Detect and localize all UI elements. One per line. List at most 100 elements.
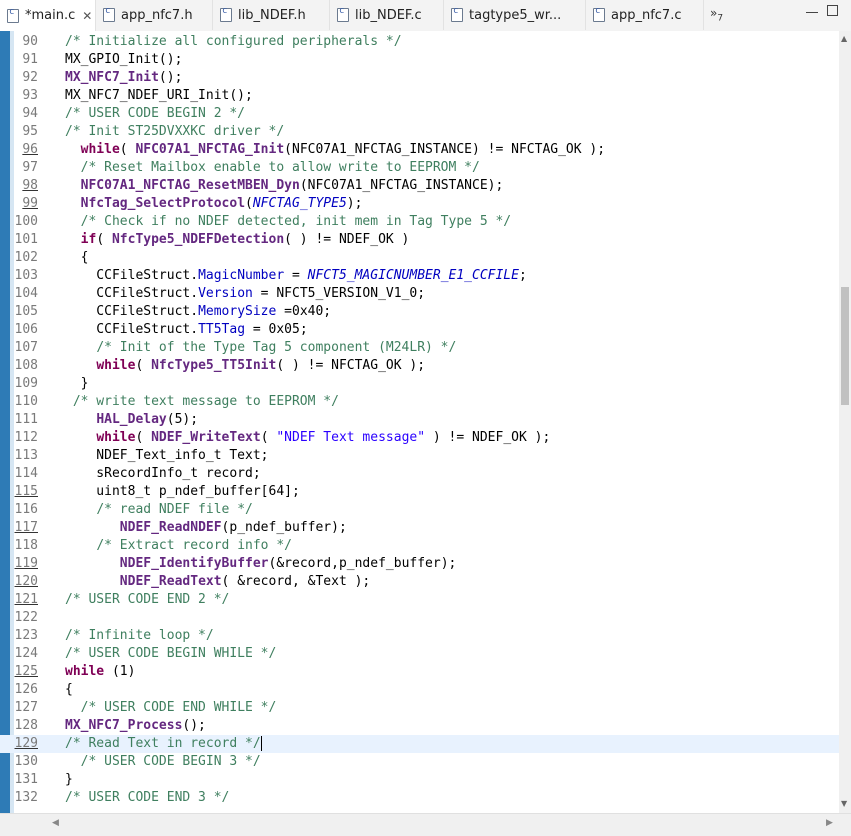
code-line[interactable]: 106 CCFileStruct.TT5Tag = 0x05; — [0, 321, 839, 339]
code-line[interactable]: 125 while (1) — [0, 663, 839, 681]
line-number: 91 — [22, 52, 38, 67]
code-text: /* Init of the Type Tag 5 component (M24… — [65, 339, 456, 357]
maximize-icon[interactable] — [827, 5, 838, 16]
code-line[interactable]: 96 while( NFC07A1_NFCTAG_Init(NFC07A1_NF… — [0, 141, 839, 159]
code-line[interactable]: 129 /* Read Text in record */ — [0, 735, 839, 753]
tab-main-c[interactable]: *main.c ✕ — [0, 0, 96, 31]
code-token: uint8_t p_ndef_buffer[64]; — [65, 484, 300, 499]
code-line[interactable]: 100 /* Check if no NDEF detected, init m… — [0, 213, 839, 231]
vertical-scroll-thumb[interactable] — [841, 287, 849, 405]
code-line[interactable]: 119 NDEF_IdentifyBuffer(&record,p_ndef_b… — [0, 555, 839, 573]
line-number: 123 — [14, 628, 38, 643]
code-line[interactable]: 116 /* read NDEF file */ — [0, 501, 839, 519]
code-line[interactable]: 95 /* Init ST25DVXXKC driver */ — [0, 123, 839, 141]
code-token: if — [80, 232, 97, 247]
code-line[interactable]: 109 } — [0, 375, 839, 393]
line-number: 108 — [14, 358, 38, 373]
code-text: /* Init ST25DVXXKC driver */ — [65, 123, 284, 141]
code-line[interactable]: 101 if( NfcType5_NDEFDetection( ) != NDE… — [0, 231, 839, 249]
code-line[interactable]: 104 CCFileStruct.Version = NFCT5_VERSION… — [0, 285, 839, 303]
code-token: while — [65, 664, 105, 679]
code-text: /* Reset Mailbox enable to allow write t… — [65, 159, 480, 177]
code-line[interactable]: 91 MX_GPIO_Init(); — [0, 51, 839, 69]
tab-app-nfc7-c[interactable]: app_nfc7.c — [586, 0, 704, 30]
code-text: } — [65, 771, 73, 789]
tab-tagtype5-wr[interactable]: tagtype5_wr... — [444, 0, 586, 30]
tab-lib-ndef-c[interactable]: lib_NDEF.c — [330, 0, 444, 30]
code-line[interactable]: 103 CCFileStruct.MagicNumber = NFCT5_MAG… — [0, 267, 839, 285]
code-line[interactable]: 102 { — [0, 249, 839, 267]
code-line[interactable]: 122 — [0, 609, 839, 627]
line-number: 128 — [14, 718, 38, 733]
scroll-up-icon[interactable]: ▲ — [841, 34, 847, 43]
close-icon[interactable]: ✕ — [82, 9, 92, 23]
line-number: 131 — [14, 772, 38, 787]
code-token: =0x40; — [276, 304, 332, 319]
tab-overflow-button[interactable]: »7 — [710, 6, 723, 23]
line-number: 114 — [14, 466, 38, 481]
code-line[interactable]: 92 MX_NFC7_Init(); — [0, 69, 839, 87]
code-text: while (1) — [65, 663, 135, 681]
code-line[interactable]: 114 sRecordInfo_t record; — [0, 465, 839, 483]
code-text: NfcTag_SelectProtocol(NFCTAG_TYPE5); — [65, 195, 363, 213]
line-number: 115 — [14, 484, 38, 499]
code-line[interactable]: 113 NDEF_Text_info_t Text; — [0, 447, 839, 465]
c-file-icon — [593, 6, 605, 22]
code-line[interactable]: 117 NDEF_ReadNDEF(p_ndef_buffer); — [0, 519, 839, 537]
code-line[interactable]: 97 /* Reset Mailbox enable to allow writ… — [0, 159, 839, 177]
tab-app-nfc7-h[interactable]: app_nfc7.h — [96, 0, 213, 30]
code-line[interactable]: 120 NDEF_ReadText( &record, &Text ); — [0, 573, 839, 591]
code-line[interactable]: 131} — [0, 771, 839, 789]
line-number: 127 — [14, 700, 38, 715]
code-line[interactable]: 111 HAL_Delay(5); — [0, 411, 839, 429]
code-line[interactable]: 112 while( NDEF_WriteText( "NDEF Text me… — [0, 429, 839, 447]
code-line[interactable]: 105 CCFileStruct.MemorySize =0x40; — [0, 303, 839, 321]
code-text: uint8_t p_ndef_buffer[64]; — [65, 483, 300, 501]
code-line[interactable]: 126 { — [0, 681, 839, 699]
scroll-down-icon[interactable]: ▼ — [841, 799, 847, 808]
vertical-scrollbar[interactable]: ▲ ▼ — [839, 31, 851, 813]
code-token: (&record,p_ndef_buffer); — [268, 556, 457, 571]
line-number: 119 — [14, 556, 38, 571]
code-line[interactable]: 99 NfcTag_SelectProtocol(NFCTAG_TYPE5); — [0, 195, 839, 213]
code-token: NDEF_IdentifyBuffer — [119, 556, 269, 571]
code-line[interactable]: 121 /* USER CODE END 2 */ — [0, 591, 839, 609]
code-line[interactable]: 115 uint8_t p_ndef_buffer[64]; — [0, 483, 839, 501]
code-token: = — [284, 268, 308, 283]
code-line[interactable]: 128 MX_NFC7_Process(); — [0, 717, 839, 735]
line-number: 109 — [14, 376, 38, 391]
code-line[interactable]: 107 /* Init of the Type Tag 5 component … — [0, 339, 839, 357]
horizontal-scrollbar[interactable]: ◀ ▶ — [0, 813, 851, 836]
code-token: /* Read Text in record */ — [65, 736, 261, 751]
line-number: 105 — [14, 304, 38, 319]
code-text: HAL_Delay(5); — [65, 411, 198, 429]
tab-label: tagtype5_wr... — [469, 7, 562, 23]
code-line[interactable]: 130 /* USER CODE BEGIN 3 */ — [0, 753, 839, 771]
scroll-right-icon[interactable]: ▶ — [826, 818, 833, 828]
code-line[interactable]: 110 /* write text message to EEPROM */ — [0, 393, 839, 411]
code-line[interactable]: 108 while( NfcType5_TT5Init( ) != NFCTAG… — [0, 357, 839, 375]
code-line[interactable]: 132 /* USER CODE END 3 */ — [0, 789, 839, 807]
minimize-icon[interactable] — [806, 8, 818, 13]
code-text: /* USER CODE BEGIN 2 */ — [65, 105, 245, 123]
tab-lib-ndef-h[interactable]: lib_NDEF.h — [213, 0, 330, 30]
code-line[interactable]: 98 NFC07A1_NFCTAG_ResetMBEN_Dyn(NFC07A1_… — [0, 177, 839, 195]
code-line[interactable]: 90 /* Initialize all configured periphera… — [0, 33, 839, 51]
line-number: 130 — [14, 754, 38, 769]
code-editor[interactable]: 90 /* Initialize all configured periphera… — [0, 31, 839, 813]
code-line[interactable]: 123 /* Infinite loop */ — [0, 627, 839, 645]
scroll-left-icon[interactable]: ◀ — [52, 818, 59, 828]
code-line[interactable]: 118 /* Extract record info */ — [0, 537, 839, 555]
code-line[interactable]: 93 MX_NFC7_NDEF_URI_Init(); — [0, 87, 839, 105]
code-line[interactable]: 127 /* USER CODE END WHILE */ — [0, 699, 839, 717]
code-line[interactable]: 94 /* USER CODE BEGIN 2 */ — [0, 105, 839, 123]
code-token: MX_GPIO_Init(); — [65, 52, 183, 67]
code-line[interactable]: 124 /* USER CODE BEGIN WHILE */ — [0, 645, 839, 663]
